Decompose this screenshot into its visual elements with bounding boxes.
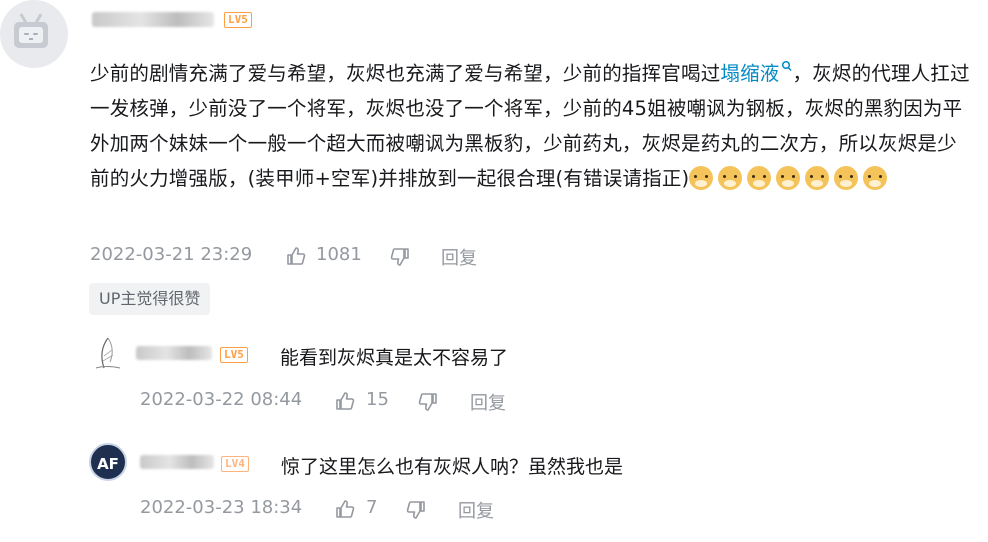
reply-level-badge: LV4 [221, 456, 249, 472]
reply-level-badge: LV5 [220, 347, 248, 363]
dislike-icon[interactable] [390, 247, 410, 267]
comment-text: 少前的剧情充满了爱与希望，灰烬也充满了爱与希望，少前的指挥官喝过塌缩液 ，灰烬的代… [90, 56, 970, 197]
reply-button[interactable]: 回复 [441, 244, 477, 270]
like-icon[interactable] [335, 391, 355, 411]
like-count: 1081 [316, 244, 362, 265]
user-avatar[interactable] [0, 0, 68, 68]
doge-emoji [863, 166, 888, 190]
reply-text: 惊了这里怎么也有灰烬人呐？虽然我也是 [281, 456, 624, 478]
bilibili-tv-icon [14, 22, 48, 48]
reply-avatar[interactable]: AF [89, 443, 127, 481]
reply-username-blurred[interactable] [140, 455, 214, 469]
doge-emoji [747, 166, 772, 190]
reply-like-count: 7 [366, 497, 378, 518]
comment-timestamp: 2022-03-21 23:29 [90, 244, 253, 265]
emoji-row [689, 162, 892, 197]
username-blurred[interactable] [92, 12, 214, 27]
comment-text-part1: 少前的剧情充满了爱与希望，灰烬也充满了爱与希望，少前的指挥官喝过 [90, 62, 721, 85]
level-badge: LV5 [224, 12, 252, 28]
doge-emoji [718, 166, 743, 190]
reply-avatar-feather-icon[interactable] [92, 336, 124, 372]
reply-like-count: 15 [366, 389, 389, 410]
like-icon[interactable] [335, 499, 355, 519]
reply-timestamp: 2022-03-22 08:44 [140, 389, 303, 410]
dislike-icon[interactable] [418, 392, 438, 412]
search-keyword-link[interactable]: 塌缩液 [720, 60, 792, 85]
like-icon[interactable] [286, 246, 306, 266]
up-liked-badge: UP主觉得很赞 [89, 283, 211, 315]
reply-timestamp: 2022-03-23 18:34 [140, 497, 303, 518]
doge-emoji [689, 166, 714, 190]
reply-button[interactable]: 回复 [470, 389, 506, 415]
doge-emoji [805, 166, 830, 190]
reply-username-blurred[interactable] [136, 346, 212, 360]
doge-emoji [834, 166, 859, 190]
reply-text: 能看到灰烬真是太不容易了 [280, 347, 509, 369]
reply-button[interactable]: 回复 [458, 497, 494, 523]
search-icon [781, 60, 792, 72]
dislike-icon[interactable] [406, 500, 426, 520]
doge-emoji [776, 166, 801, 190]
